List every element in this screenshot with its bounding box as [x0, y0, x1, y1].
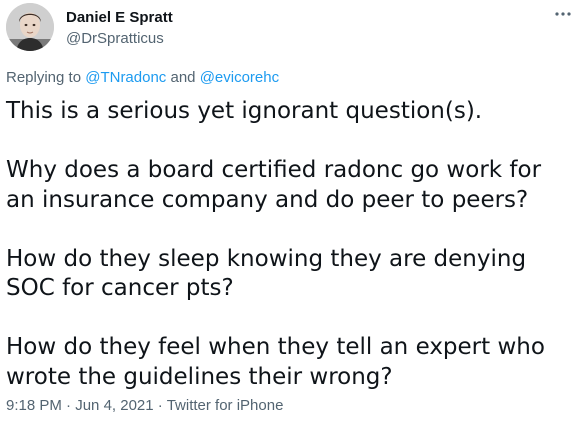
tweet-text: This is a serious yet ignorant question(… — [6, 97, 574, 392]
separator-dot: · — [66, 397, 72, 414]
tweet-paragraph: This is a serious yet ignorant question(… — [6, 98, 483, 124]
tweet-paragraph: Why does a board certified radonc go wor… — [6, 157, 542, 213]
tweet-source[interactable]: Twitter for iPhone — [167, 397, 284, 414]
tweet-card: Daniel E Spratt @DrSpratticus Replying t… — [0, 0, 583, 426]
author-handle[interactable]: @DrSpratticus — [66, 30, 164, 47]
mention-link-tnradonc[interactable]: @TNradonc — [85, 69, 166, 86]
more-options-button[interactable] — [551, 4, 575, 24]
tweet-metadata: 9:18 PM · Jun 4, 2021 · Twitter for iPho… — [6, 397, 283, 414]
tweet-paragraph: How do they feel when they tell an exper… — [6, 334, 545, 390]
mention-link-evicorehc[interactable]: @evicorehc — [200, 69, 279, 86]
profile-photo-icon — [6, 3, 54, 51]
ellipsis-horizontal-icon — [555, 12, 571, 16]
tweet-paragraph: How do they sleep knowing they are denyi… — [6, 245, 527, 302]
separator-dot: · — [157, 397, 163, 414]
avatar[interactable] — [6, 3, 54, 51]
tweet-date[interactable]: Jun 4, 2021 — [75, 397, 153, 414]
reply-context-conjunction: and — [170, 69, 196, 86]
reply-context-prefix: Replying to — [6, 69, 82, 86]
tweet-time[interactable]: 9:18 PM — [6, 397, 62, 414]
reply-context: Replying to @TNradonc and @evicorehc — [6, 69, 279, 86]
author-name[interactable]: Daniel E Spratt — [66, 9, 173, 26]
